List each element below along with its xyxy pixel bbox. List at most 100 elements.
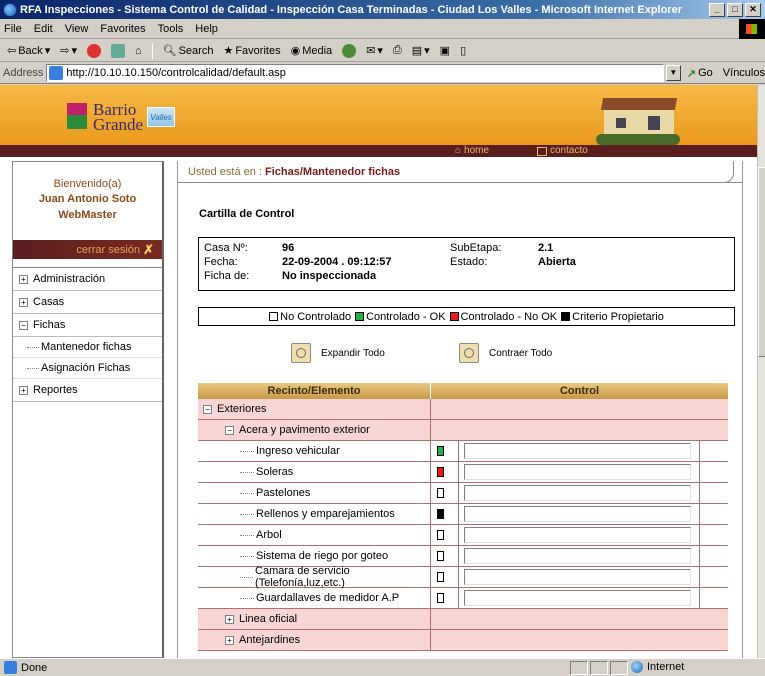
vertical-scrollbar[interactable] <box>757 85 765 658</box>
menu-view[interactable]: View <box>65 23 89 35</box>
discuss-button[interactable]: ▣ <box>437 41 453 61</box>
nav-home-link[interactable]: ⌂ home <box>455 145 489 157</box>
breadcrumb-path[interactable]: Fichas/Mantenedor fichas <box>265 166 400 178</box>
logout-button[interactable]: cerrar sesión ✗ <box>13 240 162 259</box>
print-button[interactable]: ⎙ <box>390 41 405 61</box>
refresh-button[interactable] <box>108 41 128 61</box>
legend-label: Controlado - No OK <box>460 310 558 323</box>
logout-label: cerrar sesión <box>76 243 140 256</box>
group-label: Exteriores <box>217 403 267 415</box>
user-name: Juan Antonio Soto <box>38 193 137 205</box>
item-rows: Ingreso vehicular Soleras Pastelones Rellen… <box>198 441 728 609</box>
menu-help[interactable]: Help <box>195 23 218 35</box>
observation-input[interactable] <box>464 485 691 501</box>
expand-icon[interactable]: + <box>225 635 234 645</box>
legend-swatch <box>355 312 365 321</box>
observation-input[interactable] <box>464 464 691 480</box>
maximize-button[interactable]: □ <box>727 2 743 17</box>
menu-file[interactable]: File <box>4 23 22 35</box>
legend-swatch <box>449 312 459 321</box>
mail-button[interactable]: ✉ ▾ <box>363 41 386 61</box>
favorites-button[interactable]: ★ Favorites <box>220 41 283 61</box>
barrio-grande-logo[interactable]: Barrio Grande Valles <box>65 101 176 133</box>
casa-label: Casa Nº: <box>204 242 248 254</box>
search-button[interactable]: 🔍︎ Search <box>160 41 217 61</box>
status-indicator[interactable] <box>437 572 444 582</box>
back-button[interactable]: ⇦ Back ▾ <box>4 41 53 61</box>
status-legend: No Controlado Controlado - OK Controlado… <box>198 307 735 326</box>
collapse-icon[interactable]: − <box>19 320 28 330</box>
sidebar-item-administracion[interactable]: + Administración <box>13 268 162 291</box>
flag-icon <box>65 103 89 131</box>
collapse-all-button[interactable]: Contraer Todo <box>459 343 552 363</box>
close-button[interactable]: ✕ <box>745 2 761 17</box>
ficha-value: No inspeccionada <box>282 270 377 282</box>
scrollbar-thumb[interactable] <box>758 167 765 357</box>
status-indicator[interactable] <box>437 593 444 603</box>
expand-icon[interactable]: + <box>225 614 234 624</box>
observation-input[interactable] <box>464 569 691 585</box>
observation-input[interactable] <box>464 506 691 522</box>
address-dropdown-button[interactable]: ▼ <box>665 65 681 81</box>
edit-button[interactable]: ▤ ▾ <box>409 41 433 61</box>
home-button[interactable]: ⌂ <box>132 41 145 61</box>
sidebar-subitem-mantenedor-fichas[interactable]: Mantenedor fichas <box>13 337 162 358</box>
search-label: Search <box>178 44 214 57</box>
row-label-cell: Rellenos y emparejamientos <box>198 504 431 524</box>
table-row: Sistema de riego por goteo <box>198 546 728 567</box>
expand-all-button[interactable]: Expandir Todo <box>291 343 385 363</box>
row-control-cell <box>431 567 728 587</box>
main-content: Usted está en : Fichas/Mantenedor fichas… <box>177 161 743 658</box>
media-icon: ◉ <box>290 45 301 57</box>
table-row: Soleras <box>198 462 728 483</box>
close-x-icon: ✗ <box>143 242 154 257</box>
web-page: Barrio Grande Valles ⌂ home contacto Bienv… <box>0 85 757 658</box>
forward-arrow-icon: ⇨ <box>60 45 70 57</box>
windows-logo-icon <box>739 19 765 39</box>
observation-input[interactable] <box>464 443 691 459</box>
status-indicator[interactable] <box>437 488 444 498</box>
table-row: Guardallaves de medidor A.P <box>198 588 728 609</box>
status-indicator[interactable] <box>437 551 444 561</box>
menu-tools[interactable]: Tools <box>158 23 184 35</box>
expand-icon[interactable]: + <box>19 274 28 284</box>
row-label-cell: Sistema de riego por goteo <box>198 546 431 566</box>
status-indicator[interactable] <box>437 509 444 519</box>
sidebar-subitem-label: Asignación Fichas <box>41 362 131 374</box>
collapse-icon[interactable]: − <box>225 425 234 435</box>
sidebar-subitem-asignacion-fichas[interactable]: Asignación Fichas <box>13 358 162 379</box>
status-indicator[interactable] <box>437 467 444 477</box>
stop-button[interactable] <box>84 41 104 61</box>
forward-button[interactable]: ⇨ ▾ <box>57 41 80 61</box>
observation-input[interactable] <box>464 548 691 564</box>
observation-input[interactable] <box>464 527 691 543</box>
expand-icon[interactable]: + <box>19 297 28 307</box>
sidebar-item-label: Administración <box>33 273 106 285</box>
collapse-all-label: Contraer Todo <box>489 347 553 359</box>
zone-label: Internet <box>647 661 685 673</box>
status-cell <box>570 661 588 675</box>
status-indicator[interactable] <box>437 530 444 540</box>
links-button[interactable]: Vínculos <box>723 67 765 79</box>
go-button[interactable]: ↗ Go <box>687 67 713 80</box>
row-control-cell <box>431 483 728 503</box>
sidebar-item-fichas[interactable]: − Fichas <box>13 314 162 337</box>
minimize-button[interactable]: _ <box>709 2 725 17</box>
sidebar-item-casas[interactable]: + Casas <box>13 291 162 314</box>
address-input[interactable]: http://10.10.10.150/controlcalidad/defau… <box>46 64 664 82</box>
sidebar-item-reportes[interactable]: + Reportes <box>13 379 162 402</box>
messenger-icon: ▯ <box>460 45 467 57</box>
table-row: Ingreso vehicular <box>198 441 728 462</box>
legend-item: Criterio Propietario <box>561 311 664 323</box>
observation-input[interactable] <box>464 590 691 606</box>
messenger-button[interactable]: ▯ <box>457 41 469 61</box>
status-indicator[interactable] <box>437 446 444 456</box>
menu-favorites[interactable]: Favorites <box>100 23 145 35</box>
address-label: Address <box>3 67 44 79</box>
nav-contact-link[interactable]: contacto <box>537 145 588 157</box>
collapse-icon[interactable]: − <box>203 404 212 414</box>
history-button[interactable] <box>339 41 359 61</box>
expand-icon[interactable]: + <box>19 385 28 395</box>
media-button[interactable]: ◉ Media <box>288 41 336 61</box>
menu-edit[interactable]: Edit <box>34 23 53 35</box>
